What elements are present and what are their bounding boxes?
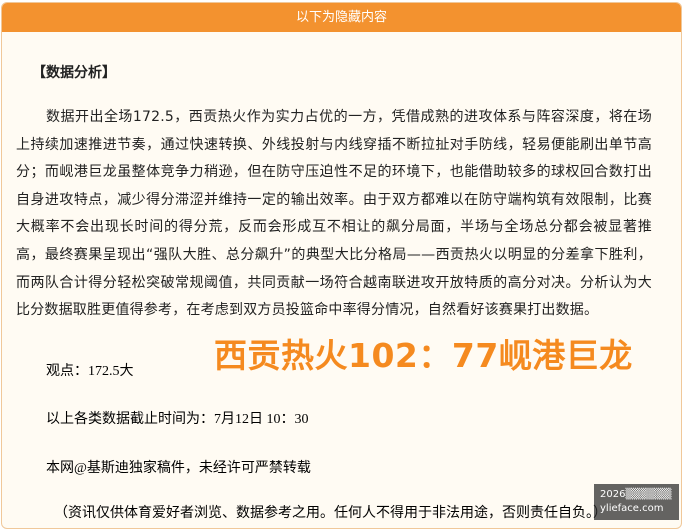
deadline-text: 以上各类数据截止时间为：7月12日 10：30 <box>46 412 309 427</box>
viewpoint-text: 观点：172.5大 <box>46 364 134 379</box>
hidden-content-panel: 以下为隐藏内容 【数据分析】 数据开出全场172.5，西贡热火作为实力占优的一方… <box>1 2 682 529</box>
disclaimer-text: （资讯仅供体育爱好者浏览、数据参考之用。任何人不得用于非法用途，否则责任自负。） <box>54 506 607 521</box>
score-overlay: 西贡热火102：77岘港巨龙 <box>214 336 633 375</box>
watermark-url: ylieface.com <box>600 503 664 514</box>
site-watermark: 2026▒▒▒▒▒▒ ylieface.com <box>594 484 679 520</box>
section-title: 【数据分析】 <box>32 65 116 81</box>
analysis-paragraph: 数据开出全场172.5，西贡热火作为实力占优的一方，凭借成熟的进攻体系与阵容深度… <box>16 109 652 319</box>
copyright-text: 本网@基斯迪独家稿件，未经许可严禁转载 <box>46 461 311 476</box>
watermark-line1: 2026▒▒▒▒▒▒ <box>600 489 672 500</box>
panel-header: 以下为隐藏内容 <box>2 3 681 32</box>
